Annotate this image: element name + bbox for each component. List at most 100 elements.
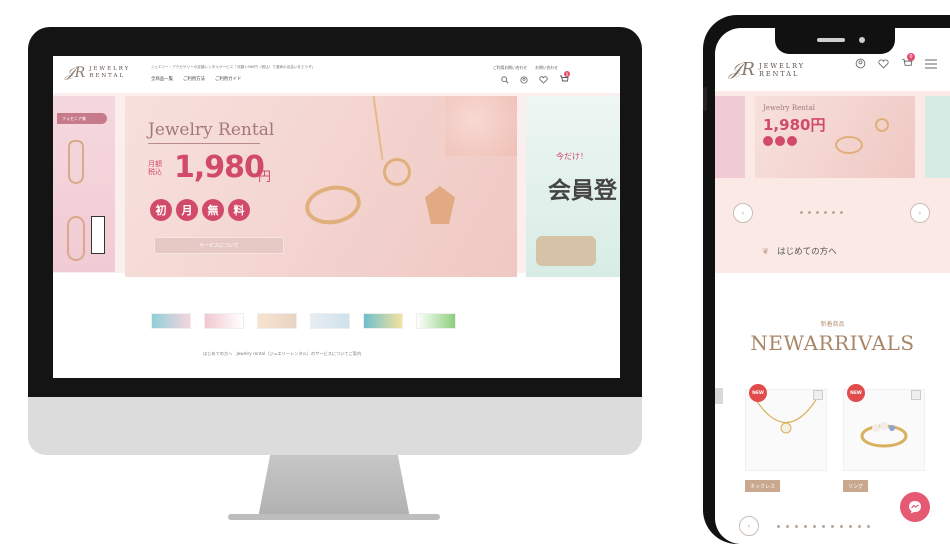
phone-notch	[775, 28, 895, 54]
desktop-monitor: 𝒥𝑅 JEWELRY RENTAL ジュエリー・アクセサリーの定額レンタルサービ…	[28, 27, 642, 455]
logo-line1: JEWELRY	[89, 66, 131, 72]
cart-count-badge: 0	[907, 53, 915, 61]
link-contact[interactable]: お問い合わせ	[535, 65, 558, 71]
cart-icon[interactable]: 0	[901, 53, 915, 69]
thumbnail-3[interactable]	[257, 313, 297, 329]
mobile-phone: 𝒥𝑅 JEWELRY RENTAL 0 Jewelry Rental 1,980…	[703, 15, 950, 544]
nav-item-all-products[interactable]: 全商品一覧	[151, 76, 173, 82]
products-prev-button[interactable]	[715, 388, 723, 404]
account-icon[interactable]	[520, 75, 528, 84]
necklace-pendant-image	[383, 158, 411, 186]
products-carousel-prev-button[interactable]: ‹	[739, 516, 759, 536]
new-badge: NEW	[847, 384, 865, 402]
favorite-toggle-icon[interactable]	[911, 390, 921, 400]
phone-side-button	[703, 87, 707, 111]
products-carousel-dots	[777, 525, 870, 528]
mobile-screen: 𝒥𝑅 JEWELRY RENTAL 0 Jewelry Rental 1,980…	[715, 28, 950, 544]
chat-button[interactable]	[900, 492, 930, 522]
category-tag-ring[interactable]: リング	[843, 480, 869, 492]
nav-item-guide[interactable]: ご利用ガイド	[215, 76, 241, 82]
thumbnail-4[interactable]	[310, 313, 350, 329]
butterfly-pendant-image	[425, 186, 455, 224]
desktop-logo[interactable]: 𝒥𝑅 JEWELRY RENTAL	[65, 65, 130, 81]
card-image	[91, 216, 105, 254]
circle-badge: 月	[176, 199, 198, 221]
new-arrivals-title: NEWARRIVALS	[750, 331, 915, 355]
desktop-header: 𝒥𝑅 JEWELRY RENTAL ジュエリー・アクセサリーの定額レンタルサービ…	[53, 56, 620, 93]
necklace-image	[755, 399, 817, 434]
price-label: 月額 税込	[148, 160, 162, 176]
logo-mark: 𝒥𝑅	[729, 59, 755, 80]
category-tag-necklace[interactable]: ネックレス	[745, 480, 781, 492]
thumbnail-2[interactable]	[204, 313, 244, 329]
search-icon[interactable]	[501, 75, 509, 84]
pendant-image	[67, 216, 85, 261]
hero-title: Jewelry Rental	[148, 120, 275, 140]
monitor-stand	[258, 455, 410, 518]
carousel-thumbnails	[151, 313, 456, 329]
new-arrivals-subtitle: 新着商品	[820, 321, 845, 328]
desktop-screen: 𝒥𝑅 JEWELRY RENTAL ジュエリー・アクセサリーの定額レンタルサービ…	[53, 56, 620, 378]
hero-slide-next[interactable]: 今だけ！ 会員登	[526, 96, 620, 277]
link-usage-inquiry[interactable]: ご利用お問い合わせ	[493, 65, 527, 71]
slide-side-tag: フォセニア集	[57, 113, 107, 124]
logo-line1: JEWELRY	[758, 61, 806, 70]
hero-price-yen: 円	[258, 170, 272, 185]
first-time-info-link[interactable]: はじめての方へ Jewelry rental（ジュエリーレンタル）のサービスにつ…	[203, 351, 361, 357]
desktop-nav: 全商品一覧 ご利用方法 ご利用ガイド	[151, 76, 241, 82]
mobile-hero-price: 1,980円	[763, 116, 826, 134]
monitor-bezel: 𝒥𝑅 JEWELRY RENTAL ジュエリー・アクセサリーの定額レンタルサービ…	[28, 27, 642, 397]
carousel-prev-button[interactable]: ‹	[733, 203, 753, 223]
nav-item-usage[interactable]: ご利用方法	[183, 76, 205, 82]
mobile-slide-prev[interactable]	[715, 96, 745, 178]
monitor-chin	[28, 397, 642, 455]
mobile-slide-main[interactable]: Jewelry Rental 1,980円	[755, 96, 915, 178]
hero-title-underline	[148, 143, 260, 144]
slide-right-small: 今だけ！	[556, 152, 588, 161]
logo-mark: 𝒥𝑅	[65, 65, 86, 81]
carousel-dots	[800, 211, 843, 214]
favorite-toggle-icon[interactable]	[813, 390, 823, 400]
first-time-link[interactable]: ❦ はじめての方へ	[762, 245, 837, 257]
leaf-icon: ❦	[762, 247, 770, 257]
thumbnail-1[interactable]	[151, 313, 191, 329]
cart-icon[interactable]: 0	[559, 71, 570, 84]
mobile-hero-badges	[763, 136, 797, 146]
favorite-icon[interactable]	[878, 58, 889, 69]
circle-badge: 料	[228, 199, 250, 221]
header-tagline: ジュエリー・アクセサリーの定額レンタルサービス「月額1,980円（税込）で運命の…	[151, 65, 316, 69]
necklace-chain	[372, 96, 384, 160]
logo-line2: RENTAL	[89, 73, 126, 79]
mobile-hero-title: Jewelry Rental	[763, 104, 815, 112]
cart-count-badge: 0	[564, 71, 570, 77]
service-about-button[interactable]: サービスについて	[154, 237, 284, 254]
menu-icon[interactable]	[925, 59, 937, 69]
ring-image	[835, 136, 863, 154]
hero-slide-prev[interactable]: フォセニア集	[53, 96, 115, 272]
chat-icon	[909, 501, 921, 514]
thumbnail-5[interactable]	[363, 313, 403, 329]
thumbnail-6[interactable]	[416, 313, 456, 329]
favorite-icon[interactable]	[539, 75, 548, 84]
header-links: ご利用お問い合わせ お問い合わせ	[493, 65, 558, 71]
circle-badge: 初	[150, 199, 172, 221]
circle-badge: 無	[202, 199, 224, 221]
hero-slide-main[interactable]: Jewelry Rental 月額 税込 1,980 円 初 月 無 料 サービ…	[125, 96, 517, 277]
mobile-header-icons: 0	[855, 53, 937, 69]
ring-image	[302, 181, 364, 229]
rings-image	[536, 236, 596, 266]
new-badge: NEW	[749, 384, 767, 402]
mobile-logo[interactable]: 𝒥𝑅 JEWELRY RENTAL	[729, 59, 805, 80]
carousel-next-button[interactable]: ›	[910, 203, 930, 223]
hero-price: 1,980	[174, 150, 265, 185]
mobile-slide-next[interactable]	[925, 96, 950, 178]
logo-line2: RENTAL	[758, 69, 800, 78]
slide-right-title: 会員登	[548, 178, 617, 204]
necklace-image	[68, 140, 84, 184]
pendant-image	[875, 118, 889, 132]
free-first-month-badges: 初 月 無 料	[150, 199, 250, 221]
account-icon[interactable]	[855, 58, 866, 69]
flower-image	[445, 96, 517, 156]
ring-image	[860, 422, 908, 448]
stage: 𝒥𝑅 JEWELRY RENTAL ジュエリー・アクセサリーの定額レンタルサービ…	[0, 0, 950, 544]
